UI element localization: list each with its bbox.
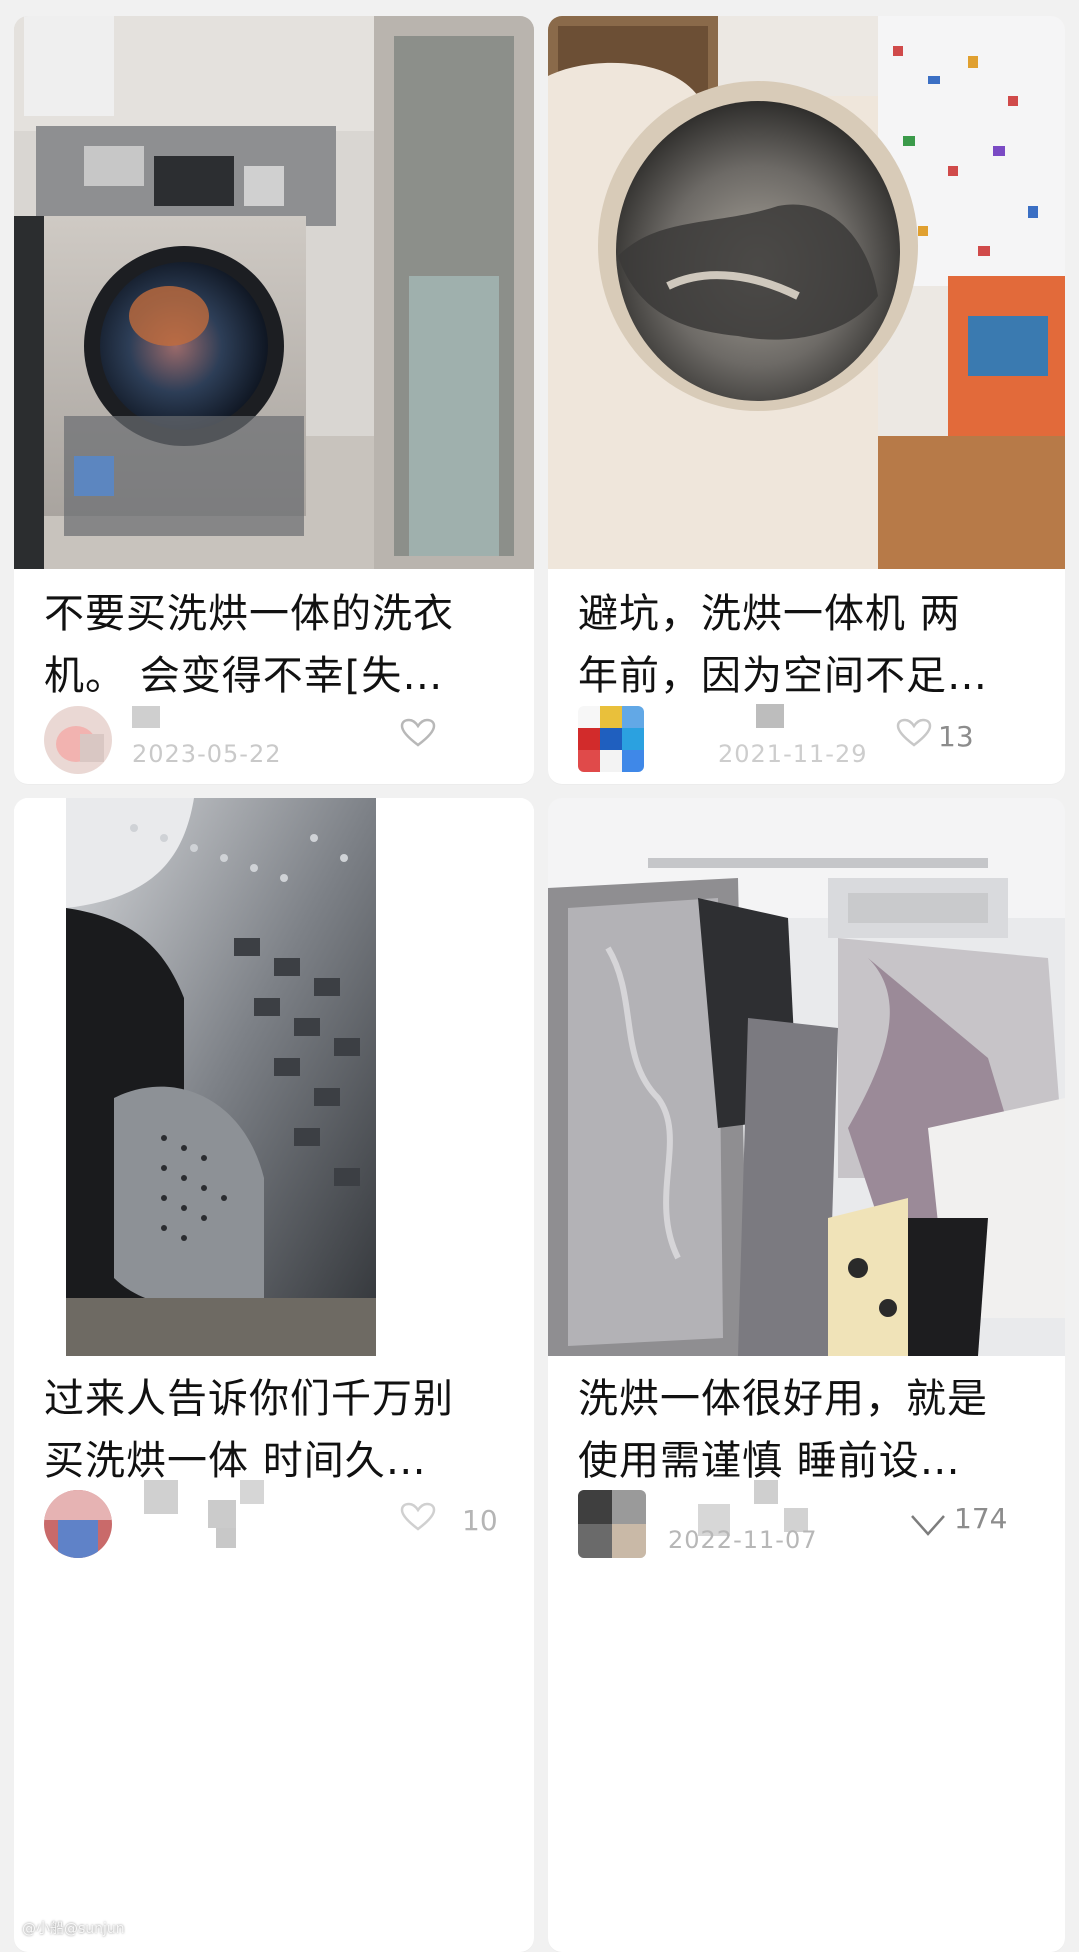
post-meta: 2021-11-29 13: [578, 696, 1041, 776]
feed-card[interactable]: 过来人告诉你们千万别 买洗烘一体 时间久… 10 @小船@sunjun: [14, 798, 534, 1952]
avatar[interactable]: [44, 1490, 112, 1558]
watermark: @小船@sunjun: [22, 1921, 125, 1937]
post-date: 2023-05-22: [132, 740, 282, 768]
post-title-line1: 洗烘一体很好用，就是: [578, 1376, 988, 1422]
post-image[interactable]: [548, 16, 1065, 569]
heart-outline-icon[interactable]: [400, 718, 436, 748]
washer-dryer-photo: [14, 16, 534, 569]
username-mosaic: [216, 1528, 236, 1548]
avatar[interactable]: [578, 706, 644, 772]
hanging-laundry-photo: [548, 798, 1065, 1356]
post-image[interactable]: [548, 798, 1065, 1356]
lint-filter-photo: [548, 16, 1065, 569]
post-date: 2022-11-07: [668, 1526, 818, 1554]
username-mosaic: [208, 1500, 236, 1528]
post-meta: 2022-11-07 174: [578, 1480, 1041, 1560]
post-title[interactable]: 不要买洗烘一体的洗衣 机。 会变得不幸[失…: [44, 583, 510, 707]
username-mosaic: [756, 704, 784, 728]
drum-interior-photo: [14, 798, 534, 1356]
username-mosaic: [132, 706, 160, 728]
like-count: 10: [462, 1504, 498, 1537]
post-image[interactable]: [14, 798, 534, 1356]
avatar[interactable]: [44, 706, 112, 774]
heart-outline-icon[interactable]: [908, 1508, 948, 1540]
feed-card[interactable]: 避坑，洗烘一体机 两 年前，因为空间不足… 2021-11-29 13: [548, 16, 1065, 784]
feed-card[interactable]: 洗烘一体很好用，就是 使用需谨慎 睡前设… 2022-11-07 174: [548, 798, 1065, 1952]
avatar[interactable]: [578, 1490, 646, 1558]
post-image[interactable]: [14, 16, 534, 569]
username-mosaic: [240, 1480, 264, 1504]
username-mosaic: [144, 1480, 178, 1514]
post-meta: 10: [44, 1480, 510, 1560]
post-title-line1: 不要买洗烘一体的洗衣: [44, 591, 454, 637]
post-title-line1: 避坑，洗烘一体机 两: [578, 591, 961, 637]
heart-outline-icon[interactable]: [400, 1502, 436, 1532]
feed-page: 不要买洗烘一体的洗衣 机。 会变得不幸[失… 2023-05-22 避坑，洗烘一…: [0, 0, 1079, 1952]
post-title[interactable]: 过来人告诉你们千万别 买洗烘一体 时间久…: [44, 1368, 510, 1492]
post-date: 2021-11-29: [718, 740, 868, 768]
post-meta: 2023-05-22: [44, 696, 510, 776]
post-title[interactable]: 避坑，洗烘一体机 两 年前，因为空间不足…: [578, 583, 1041, 707]
username-mosaic: [754, 1480, 778, 1504]
post-title-line1: 过来人告诉你们千万别: [44, 1376, 454, 1422]
post-title[interactable]: 洗烘一体很好用，就是 使用需谨慎 睡前设…: [578, 1368, 1041, 1492]
like-count: 13: [938, 720, 974, 753]
feed-card[interactable]: 不要买洗烘一体的洗衣 机。 会变得不幸[失… 2023-05-22: [14, 16, 534, 784]
heart-outline-icon[interactable]: [896, 718, 932, 748]
like-count: 174: [954, 1502, 1008, 1535]
